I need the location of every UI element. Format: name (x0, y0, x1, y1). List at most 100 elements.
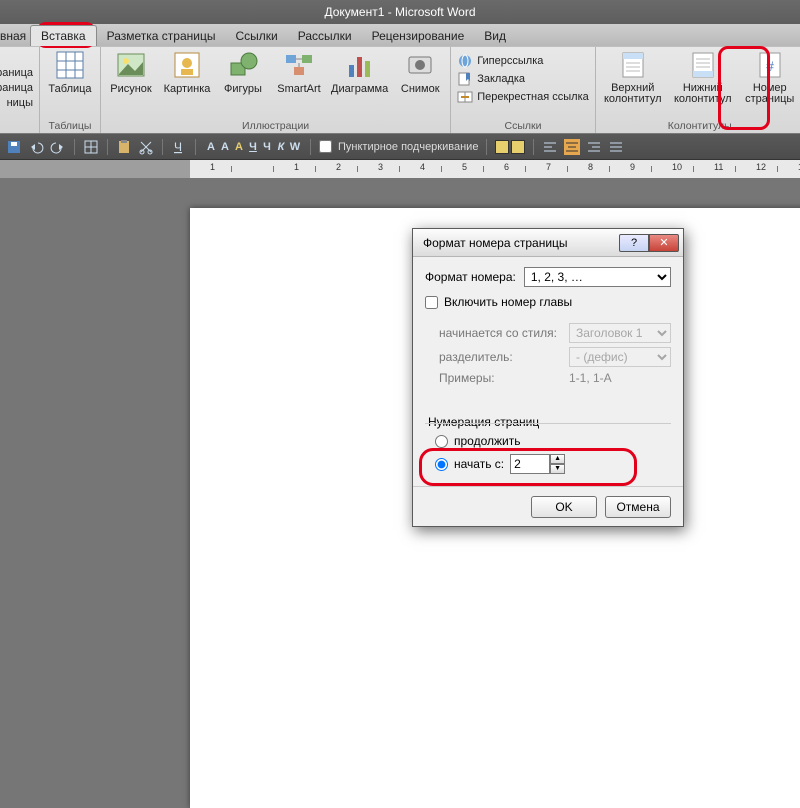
tab-home-cut[interactable]: вная (0, 26, 30, 46)
undo-icon[interactable] (28, 139, 44, 155)
redo-icon[interactable] (50, 139, 66, 155)
hyperlink-icon (457, 53, 473, 69)
tables-group-label: Таблицы (49, 118, 92, 132)
links-group-label: Ссылки (504, 118, 541, 132)
align-justify-icon[interactable] (608, 139, 624, 155)
hyperlink-label: Гиперссылка (477, 55, 543, 67)
start-at-input[interactable] (510, 454, 550, 474)
footer-label: Нижнийколонтитул (674, 83, 732, 105)
tab-insert[interactable]: Вставка (30, 25, 97, 46)
table-icon (54, 49, 86, 81)
starts-with-style-select: Заголовок 1 (569, 323, 671, 343)
continue-radio[interactable] (435, 435, 448, 448)
screenshot-button[interactable]: Снимок (396, 49, 444, 95)
pages-cut-1: раница (0, 67, 33, 80)
spin-down[interactable]: ▼ (550, 464, 565, 474)
chart-label: Диаграмма (331, 83, 388, 95)
underline-icon[interactable]: Ч (171, 139, 187, 155)
table-icon-small[interactable] (83, 139, 99, 155)
separator-label: разделитель: (439, 350, 563, 364)
smartart-icon (283, 49, 315, 81)
tab-page-layout[interactable]: Разметка страницы (97, 26, 226, 46)
headerfooter-group-label: Колонтитулы (668, 118, 732, 132)
style-letters: AAAЧЧКW (204, 141, 302, 153)
ribbon-tabs: вная Вставка Разметка страницы Ссылки Ра… (0, 24, 800, 46)
page-number-icon: # (754, 49, 786, 81)
picture-label: Рисунок (110, 83, 152, 95)
screenshot-icon (404, 49, 436, 81)
pages-cut-2: раница (0, 82, 33, 95)
page-number-label: Номерстраницы (745, 83, 794, 105)
header-label: Верхнийколонтитул (604, 83, 662, 105)
picture-button[interactable]: Рисунок (107, 49, 155, 95)
start-at-radio[interactable] (435, 458, 448, 471)
dotted-underline-checkbox[interactable] (319, 140, 332, 153)
dotted-underline-label: Пунктирное подчеркивание (338, 141, 478, 153)
tab-mailings[interactable]: Рассылки (288, 26, 362, 46)
shapes-icon (227, 49, 259, 81)
shapes-label: Фигуры (224, 83, 262, 95)
number-format-select[interactable]: 1, 2, 3, … (524, 267, 671, 287)
smartart-button[interactable]: SmartArt (275, 49, 323, 95)
table-label: Таблица (48, 83, 91, 95)
footer-icon (687, 49, 719, 81)
dialog-close-button[interactable]: ✕ (649, 234, 679, 252)
smartart-label: SmartArt (277, 83, 320, 95)
cancel-button[interactable]: Отмена (605, 496, 671, 518)
header-icon (617, 49, 649, 81)
examples-label: Примеры: (439, 371, 563, 385)
picture-icon (115, 49, 147, 81)
crossref-button[interactable]: Перекрестная ссылка (457, 89, 589, 105)
shapes-button[interactable]: Фигуры (219, 49, 267, 95)
tab-review[interactable]: Рецензирование (362, 26, 475, 46)
start-at-spinner[interactable]: ▲▼ (510, 454, 565, 474)
tab-view[interactable]: Вид (474, 26, 516, 46)
include-chapter-label: Включить номер главы (444, 295, 572, 309)
ruler: 112345678910111213 (0, 160, 800, 178)
number-format-label: Формат номера: (425, 270, 516, 284)
page-number-format-dialog: Формат номера страницы ? ✕ Формат номера… (412, 228, 684, 527)
clipart-button[interactable]: Картинка (163, 49, 211, 95)
save-icon[interactable] (6, 139, 22, 155)
clipart-label: Картинка (164, 83, 211, 95)
footer-button[interactable]: Нижнийколонтитул (672, 49, 734, 105)
svg-text:#: # (766, 58, 774, 74)
separator-select: - (дефис) (569, 347, 671, 367)
hyperlink-button[interactable]: Гиперссылка (457, 53, 589, 69)
header-button[interactable]: Верхнийколонтитул (602, 49, 664, 105)
ok-button[interactable]: OK (531, 496, 597, 518)
bookmark-label: Закладка (477, 73, 525, 85)
include-chapter-checkbox[interactable] (425, 296, 438, 309)
cut-icon[interactable] (138, 139, 154, 155)
screenshot-label: Снимок (401, 83, 440, 95)
starts-with-style-label: начинается со стиля: (439, 326, 563, 340)
dialog-title: Формат номера страницы (423, 236, 568, 250)
pages-cut-3: ницы (0, 97, 33, 110)
start-at-label: начать с: (454, 457, 504, 471)
align-left-icon[interactable] (542, 139, 558, 155)
continue-label: продолжить (454, 434, 520, 448)
table-button[interactable]: Таблица (46, 49, 94, 95)
spin-up[interactable]: ▲ (550, 454, 565, 464)
examples-value: 1-1, 1-A (569, 371, 612, 385)
align-center-icon[interactable] (564, 139, 580, 155)
crossref-icon (457, 89, 473, 105)
chart-icon (344, 49, 376, 81)
illustrations-group-label: Иллюстрации (242, 118, 309, 132)
bookmark-button[interactable]: Закладка (457, 71, 589, 87)
svg-text:Ч: Ч (174, 140, 182, 154)
clipart-icon (171, 49, 203, 81)
dialog-titlebar[interactable]: Формат номера страницы ? ✕ (413, 229, 683, 257)
window-title: Документ1 - Microsoft Word (0, 0, 800, 24)
mini-toolbar: Ч AAAЧЧКW Пунктирное подчеркивание (0, 134, 800, 160)
highlight-icons[interactable] (495, 140, 525, 154)
align-right-icon[interactable] (586, 139, 602, 155)
bookmark-icon (457, 71, 473, 87)
page-number-button[interactable]: # Номерстраницы (742, 49, 798, 105)
chart-button[interactable]: Диаграмма (331, 49, 388, 95)
crossref-label: Перекрестная ссылка (477, 91, 589, 103)
ribbon: раница раница ницы Таблица Таблицы Рисун… (0, 46, 800, 134)
dialog-help-button[interactable]: ? (619, 234, 649, 252)
paste-icon[interactable] (116, 139, 132, 155)
tab-references[interactable]: Ссылки (225, 26, 287, 46)
